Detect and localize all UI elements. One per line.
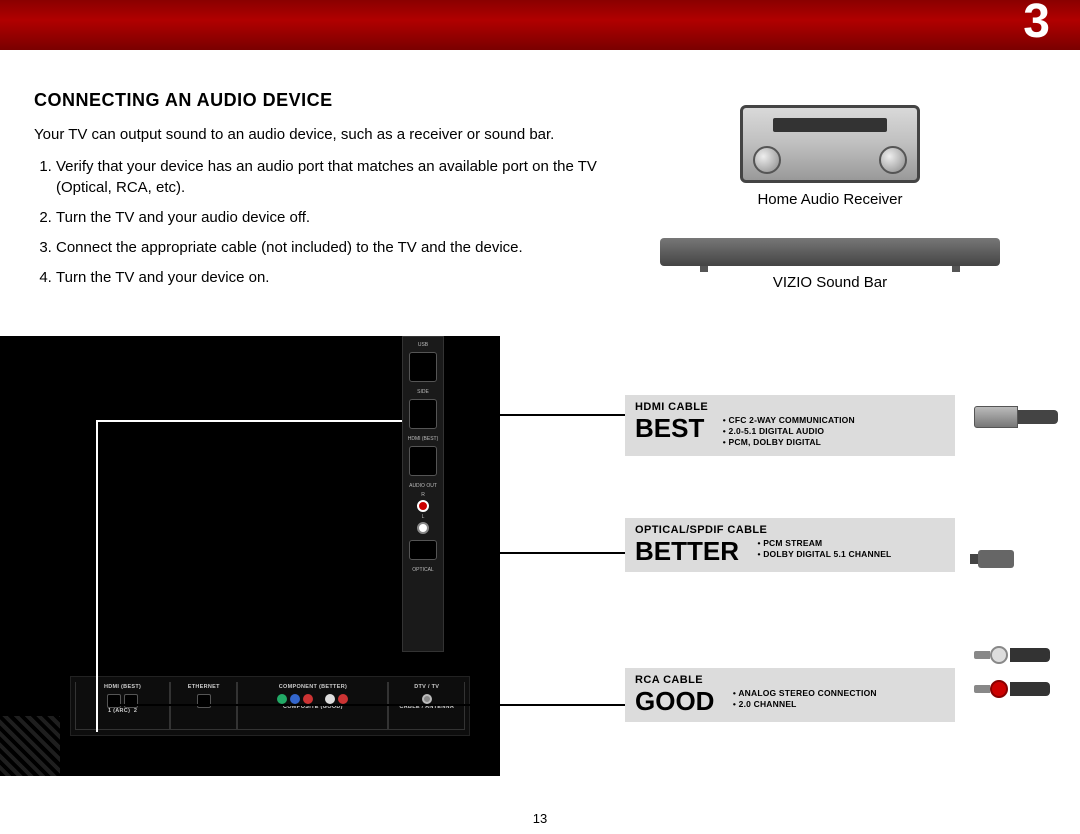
- compare-good-rank: GOOD: [635, 688, 714, 714]
- wire-hdmi: [445, 414, 625, 416]
- compare-better-rank: BETTER: [635, 538, 739, 564]
- bullet: • DOLBY DIGITAL 5.1 CHANNEL: [757, 549, 891, 560]
- wire-optical: [446, 552, 448, 604]
- bottom-component-label: COMPONENT (BETTER): [238, 684, 387, 690]
- tv-pattern-decoration: [0, 716, 60, 776]
- component-pr-icon: [303, 694, 313, 704]
- bottom-ethernet-label: ETHERNET: [171, 684, 236, 690]
- component-y-icon: [277, 694, 287, 704]
- step-item: Verify that your device has an audio por…: [56, 157, 614, 198]
- port-label-optical: OPTICAL: [407, 568, 439, 573]
- receiver-icon: [740, 105, 920, 183]
- compare-good-title: RCA CABLE: [635, 674, 945, 686]
- wire-guide: [96, 420, 402, 422]
- bottom-dtv-group: DTV / TV CABLE / ANTENNA: [388, 682, 465, 730]
- tv-side-port-panel: USB SIDE HDMI (BEST) AUDIO OUT R L OPTIC…: [402, 336, 444, 652]
- coax-port-icon: [422, 694, 432, 704]
- bullet: • 2.0-5.1 DIGITAL AUDIO: [723, 426, 855, 437]
- wire-hdmi: [445, 414, 447, 474]
- receiver-label: Home Audio Receiver: [640, 191, 1020, 208]
- hdmi2-sublabel: 2: [134, 708, 137, 714]
- bullet: • PCM, DOLBY DIGITAL: [723, 437, 855, 448]
- soundbar-label: VIZIO Sound Bar: [640, 274, 1020, 291]
- step-item: Turn the TV and your audio device off.: [56, 208, 614, 228]
- compare-best-bullets: • CFC 2-WAY COMMUNICATION • 2.0-5.1 DIGI…: [723, 415, 855, 448]
- chapter-header: 3: [0, 0, 1080, 50]
- device-illustrations: Home Audio Receiver VIZIO Sound Bar: [640, 105, 1020, 321]
- audio-l-icon: [325, 694, 335, 704]
- port-label-l: L: [407, 514, 439, 520]
- wire-guide: [96, 420, 98, 732]
- compare-good-bullets: • ANALOG STEREO CONNECTION • 2.0 CHANNEL: [733, 688, 877, 710]
- component-pb-icon: [290, 694, 300, 704]
- optical-connector-icon: [974, 540, 1054, 580]
- port-label-audio-out: AUDIO OUT: [407, 484, 439, 489]
- tv-bottom-port-panel: HDMI (BEST) 1 (ARC) 2 ETHERNET COMPONENT…: [70, 676, 470, 736]
- port-label-usb: USB: [407, 343, 439, 348]
- step-item: Turn the TV and your device on.: [56, 268, 614, 288]
- bottom-ethernet-group: ETHERNET: [170, 682, 237, 730]
- audio-r-icon: [338, 694, 348, 704]
- wire-rca: [118, 704, 625, 706]
- optical-port-icon: [409, 540, 437, 560]
- wire-optical: [446, 552, 625, 554]
- port-label-r: R: [407, 492, 439, 498]
- compare-best: HDMI CABLE BEST • CFC 2-WAY COMMUNICATIO…: [625, 395, 955, 456]
- usb-port-icon: [409, 352, 437, 382]
- compare-better-bullets: • PCM STREAM • DOLBY DIGITAL 5.1 CHANNEL: [757, 538, 891, 560]
- compare-better: OPTICAL/SPDIF CABLE BETTER • PCM STREAM …: [625, 518, 955, 572]
- chapter-number: 3: [1023, 0, 1050, 49]
- rca-connector-icon: [974, 640, 1054, 730]
- soundbar-icon: [660, 238, 1000, 266]
- bullet: • CFC 2-WAY COMMUNICATION: [723, 415, 855, 426]
- page-number: 13: [533, 811, 547, 826]
- rca-out-group: R L: [407, 492, 439, 534]
- section-heading: CONNECTING AN AUDIO DEVICE: [34, 90, 614, 111]
- bullet: • ANALOG STEREO CONNECTION: [733, 688, 877, 699]
- compare-best-title: HDMI CABLE: [635, 401, 945, 413]
- bottom-dtv-label: DTV / TV: [389, 684, 464, 690]
- hdmi-side-port-icon: [409, 399, 437, 429]
- hdmi-connector-icon: [974, 400, 1054, 440]
- hdmi1-sublabel: 1 (ARC): [108, 708, 130, 714]
- bullet: • PCM STREAM: [757, 538, 891, 549]
- tv-back-diagram: USB SIDE HDMI (BEST) AUDIO OUT R L OPTIC…: [0, 336, 500, 776]
- port-label-hdmi-best: HDMI (BEST): [407, 437, 439, 442]
- step-list: Verify that your device has an audio por…: [56, 157, 614, 288]
- rca-red-icon: [417, 500, 429, 512]
- compare-best-rank: BEST: [635, 415, 704, 441]
- bottom-hdmi-group: HDMI (BEST) 1 (ARC) 2: [75, 682, 170, 730]
- compare-good: RCA CABLE GOOD • ANALOG STEREO CONNECTIO…: [625, 668, 955, 722]
- compare-better-title: OPTICAL/SPDIF CABLE: [635, 524, 945, 536]
- bullet: • 2.0 CHANNEL: [733, 699, 877, 710]
- bottom-hdmi-label: HDMI (BEST): [76, 684, 169, 690]
- hdmi-port-icon: [409, 446, 437, 476]
- bottom-component-group: COMPONENT (BETTER) COMPOSITE (GOOD): [237, 682, 388, 730]
- instruction-column: CONNECTING AN AUDIO DEVICE Your TV can o…: [34, 90, 614, 299]
- step-item: Connect the appropriate cable (not inclu…: [56, 238, 614, 258]
- rca-white-icon: [417, 522, 429, 534]
- intro-text: Your TV can output sound to an audio dev…: [34, 125, 614, 145]
- port-label-hdmi-side: SIDE: [407, 390, 439, 395]
